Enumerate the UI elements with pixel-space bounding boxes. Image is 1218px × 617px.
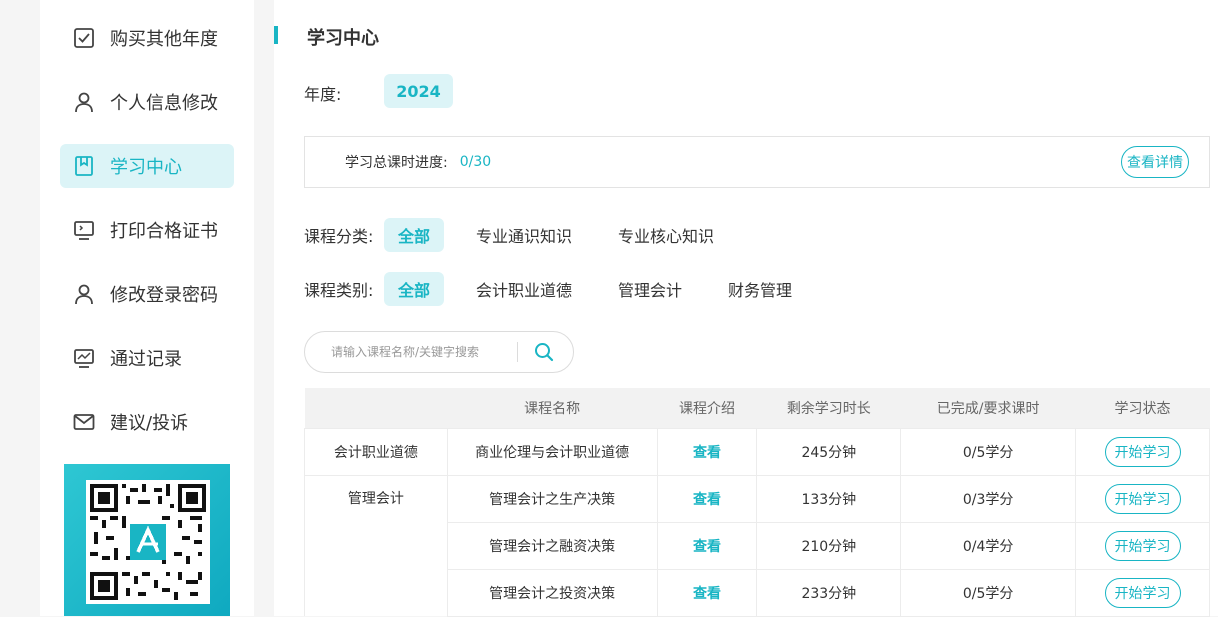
view-intro-link[interactable]: 查看	[693, 492, 721, 508]
sidebar-item-label: 通过记录	[110, 349, 182, 370]
header-category	[304, 388, 448, 428]
view-details-button[interactable]: 查看详情	[1121, 146, 1189, 178]
user-icon	[72, 90, 96, 114]
header-course-intro: 课程介绍	[657, 388, 757, 428]
credit-progress: 0/5学分	[900, 568, 1077, 617]
search-input[interactable]	[331, 345, 517, 359]
credit-progress: 0/5学分	[900, 427, 1077, 476]
start-learning-button[interactable]: 开始学习	[1104, 530, 1181, 561]
user-icon	[72, 282, 96, 306]
sidebar-item-print-certificate[interactable]: 打印合格证书	[60, 208, 234, 252]
bookmark-icon	[72, 154, 96, 178]
sidebar-item-buy-other-years[interactable]: 购买其他年度	[60, 16, 234, 60]
header-progress: 已完成/要求课时	[900, 388, 1076, 428]
qr-code	[86, 480, 210, 604]
sidebar-item-profile[interactable]: 个人信息修改	[60, 80, 234, 124]
sidebar-item-feedback[interactable]: 建议/投诉	[60, 400, 234, 444]
sidebar-item-label: 建议/投诉	[110, 413, 189, 434]
category-option-general[interactable]: 专业通识知识	[462, 218, 586, 252]
qr-code-banner	[64, 464, 230, 616]
remaining-time: 133分钟	[756, 474, 902, 523]
start-learning-button[interactable]: 开始学习	[1104, 436, 1181, 467]
header-status: 学习状态	[1075, 388, 1210, 428]
remaining-time: 233分钟	[756, 568, 902, 617]
header-course-name: 课程名称	[447, 388, 658, 428]
progress-label: 学习总课时进度:	[345, 155, 448, 171]
category-option-core[interactable]: 专业核心知识	[604, 218, 728, 252]
category-filter: 课程分类: 全部 专业通识知识 专业核心知识	[304, 218, 746, 252]
category-cell: 会计职业道德	[304, 427, 448, 476]
category-filter-label: 课程分类:	[304, 227, 374, 246]
remaining-time: 245分钟	[756, 427, 902, 476]
course-name: 管理会计之生产决策	[446, 474, 658, 523]
view-intro-link[interactable]: 查看	[693, 586, 721, 602]
year-label: 年度:	[304, 85, 342, 104]
checkbox-icon	[72, 26, 96, 50]
type-filter: 课程类别: 全部 会计职业道德 管理会计 财务管理	[304, 272, 824, 306]
sidebar-item-label: 打印合格证书	[110, 221, 218, 242]
type-option-ethics[interactable]: 会计职业道德	[462, 272, 586, 306]
sidebar: 购买其他年度 个人信息修改 学习中心 打印合格证书 修改登录密码 通过记录 建议…	[40, 0, 254, 616]
credit-progress: 0/4学分	[900, 521, 1077, 570]
sidebar-item-label: 个人信息修改	[110, 93, 218, 114]
sidebar-item-pass-records[interactable]: 通过记录	[60, 336, 234, 380]
sidebar-item-label: 学习中心	[110, 157, 182, 178]
view-intro-link[interactable]: 查看	[693, 539, 721, 555]
sidebar-item-learning-center[interactable]: 学习中心	[60, 144, 234, 188]
sidebar-item-label: 修改登录密码	[110, 285, 218, 306]
credit-progress: 0/3学分	[900, 474, 1077, 523]
course-name: 商业伦理与会计职业道德	[446, 427, 658, 476]
category-cell: 管理会计	[304, 474, 448, 616]
remaining-time: 210分钟	[756, 521, 902, 570]
search-button[interactable]	[518, 332, 570, 372]
view-intro-link[interactable]: 查看	[693, 445, 721, 461]
mail-icon	[72, 410, 96, 434]
monitor-icon	[72, 218, 96, 242]
table-header-row: 课程名称 课程介绍 剩余学习时长 已完成/要求课时 学习状态	[304, 388, 1210, 428]
page-title: 学习中心	[307, 28, 379, 49]
header-remaining-time: 剩余学习时长	[756, 388, 901, 428]
course-name: 管理会计之投资决策	[446, 568, 658, 617]
course-table: 课程名称 课程介绍 剩余学习时长 已完成/要求课时 学习状态 会计职业道德 商业…	[304, 388, 1210, 617]
type-option-financial-management[interactable]: 财务管理	[714, 272, 806, 306]
start-learning-button[interactable]: 开始学习	[1104, 577, 1181, 608]
type-filter-label: 课程类别:	[304, 281, 374, 300]
search-box	[304, 331, 574, 373]
course-name: 管理会计之融资决策	[446, 521, 658, 570]
sidebar-item-change-password[interactable]: 修改登录密码	[60, 272, 234, 316]
start-learning-button[interactable]: 开始学习	[1104, 483, 1181, 514]
chart-icon	[72, 346, 96, 370]
type-option-management-accounting[interactable]: 管理会计	[604, 272, 696, 306]
sidebar-item-label: 购买其他年度	[110, 29, 218, 50]
type-option-all[interactable]: 全部	[384, 272, 445, 306]
search-icon	[535, 343, 554, 362]
table-row: 管理会计 管理会计之生产决策 查看 133分钟 0/3学分 开始学习	[304, 474, 1210, 616]
category-option-all[interactable]: 全部	[384, 218, 445, 252]
title-accent-bar	[274, 26, 278, 44]
table-row: 会计职业道德 商业伦理与会计职业道德 查看 245分钟 0/5学分 开始学习	[304, 427, 1210, 476]
progress-panel: 学习总课时进度: 0/30 查看详情	[304, 136, 1210, 188]
progress-value: 0/30	[459, 154, 492, 170]
year-selector[interactable]: 2024	[384, 74, 453, 108]
main-content: 学习中心 年度: 2024 学习总课时进度: 0/30 查看详情 课程分类: 全…	[274, 0, 1218, 617]
